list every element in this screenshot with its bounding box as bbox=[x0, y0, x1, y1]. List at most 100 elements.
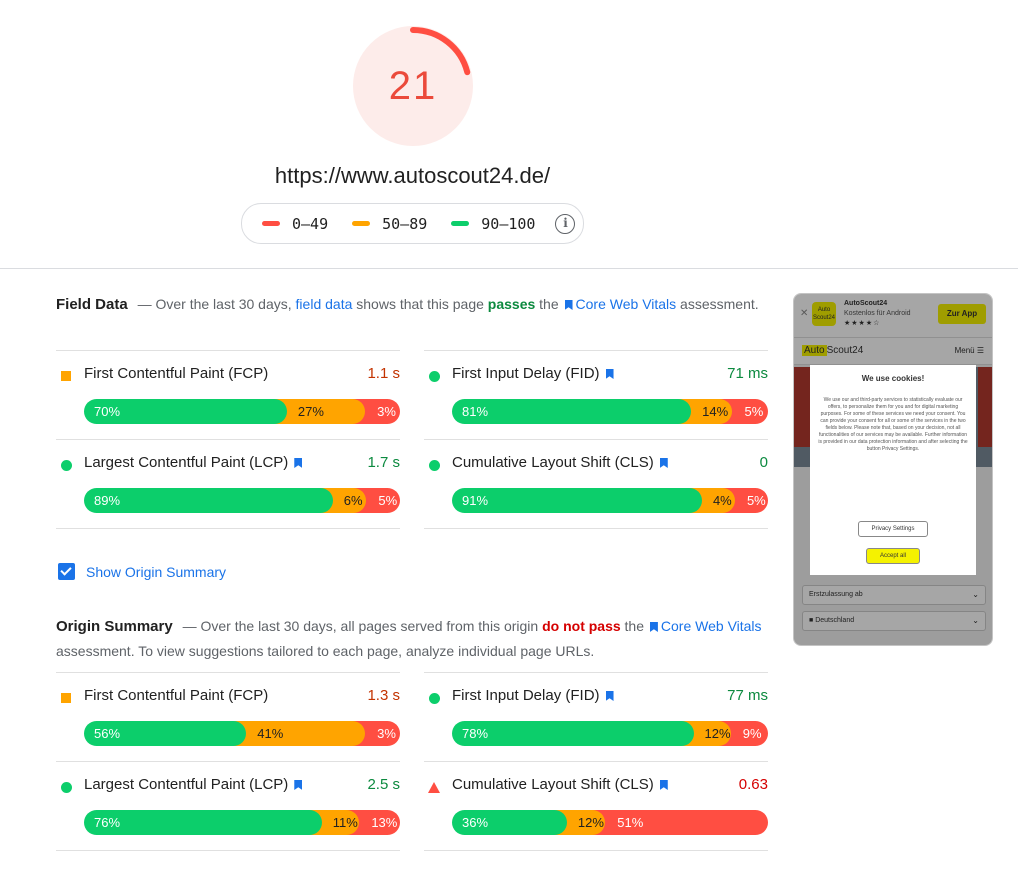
field-data-dash: — bbox=[137, 296, 152, 312]
metric-card[interactable]: First Contentful Paint (FCP) 1.3 s 56% 41% 3… bbox=[56, 672, 400, 762]
metric-card[interactable]: First Contentful Paint (FCP) 1.1 s 70% 27% 3… bbox=[56, 350, 400, 440]
performance-score: 21 bbox=[388, 64, 438, 108]
metric-value: 71 ms bbox=[727, 365, 768, 382]
metric-value: 1.3 s bbox=[367, 687, 400, 704]
site-logo-rest: Scout24 bbox=[826, 345, 864, 356]
metric-name-label: Cumulative Layout Shift (CLS) bbox=[452, 776, 654, 793]
site-form-field-label: Erstzulassung ab bbox=[809, 591, 863, 598]
privacy-settings-button: Privacy Settings bbox=[858, 521, 928, 537]
core-web-vital-bookmark-icon bbox=[659, 458, 668, 468]
field-data-desc-post: assessment. bbox=[676, 296, 759, 312]
metric-value: 0 bbox=[759, 454, 768, 471]
metric-name-label: Largest Contentful Paint (LCP) bbox=[84, 454, 289, 471]
field-data-desc-the: the bbox=[535, 296, 563, 312]
bookmark-icon bbox=[564, 300, 573, 310]
bookmark-icon bbox=[649, 622, 658, 632]
distribution-good-segment: 56% bbox=[84, 721, 247, 746]
core-web-vitals-link[interactable]: Core Web Vitals bbox=[563, 296, 677, 312]
origin-summary-toggle-label[interactable]: Show Origin Summary bbox=[86, 564, 226, 580]
core-web-vital-bookmark-icon bbox=[605, 691, 614, 701]
accept-all-button: Accept all bbox=[866, 548, 920, 564]
metric-name: First Input Delay (FID) bbox=[452, 687, 617, 704]
legend-item-good: 90–100 bbox=[451, 215, 535, 233]
distribution-bar: 78% 12% 9% bbox=[452, 721, 768, 746]
metric-name: First Input Delay (FID) bbox=[452, 365, 617, 382]
rating-circle-icon bbox=[429, 693, 440, 704]
site-logo: Auto Scout24 bbox=[802, 345, 863, 356]
origin-summary-header: Origin Summary — Over the last 30 days, … bbox=[56, 614, 768, 664]
metric-value: 0.63 bbox=[738, 776, 768, 793]
show-origin-summary-toggle[interactable]: Show Origin Summary bbox=[58, 563, 226, 580]
distribution-bar: 81% 14% 5% bbox=[452, 399, 768, 424]
legend-item-poor: 0–49 bbox=[262, 215, 328, 233]
site-menu: Menü ☰ bbox=[954, 346, 984, 355]
metric-name: Cumulative Layout Shift (CLS) bbox=[452, 454, 671, 471]
metric-card[interactable]: Cumulative Layout Shift (CLS) 0 91% 4% 5% bbox=[424, 439, 768, 529]
metric-value: 77 ms bbox=[727, 687, 768, 704]
chevron-down-icon: ⌄ bbox=[972, 616, 979, 625]
distribution-good-segment: 81% bbox=[452, 399, 692, 424]
distribution-good-segment: 89% bbox=[84, 488, 333, 513]
cookie-dialog-text: We use our and third-party services to s… bbox=[818, 397, 968, 452]
distribution-good-segment: 76% bbox=[84, 810, 322, 835]
metric-value: 1.7 s bbox=[367, 454, 400, 471]
analyzed-url: https://www.autoscout24.de/ bbox=[274, 163, 551, 188]
app-subtitle: Kostenlos für Android bbox=[844, 310, 911, 317]
info-icon[interactable]: i bbox=[555, 213, 576, 234]
metric-name-label: First Contentful Paint (FCP) bbox=[84, 687, 269, 704]
origin-summary-dash: — bbox=[182, 618, 197, 634]
legend-poor-label: 0–49 bbox=[292, 214, 329, 233]
metric-name-label: First Input Delay (FID) bbox=[452, 687, 600, 704]
performance-score-gauge: 21 bbox=[352, 25, 474, 147]
metric-name: First Contentful Paint (FCP) bbox=[84, 365, 268, 382]
distribution-bar: 56% 41% 3% bbox=[84, 721, 400, 746]
core-web-vitals-link[interactable]: Core Web Vitals bbox=[648, 618, 762, 634]
field-data-desc-mid: shows that this page bbox=[352, 296, 488, 312]
distribution-good-segment: 70% bbox=[84, 399, 287, 424]
origin-summary-desc-post: assessment. To view suggestions tailored… bbox=[56, 643, 595, 659]
distribution-good-segment: 36% bbox=[452, 810, 567, 835]
rating-circle-icon bbox=[429, 460, 440, 471]
rating-circle-icon bbox=[429, 371, 440, 382]
metric-card[interactable]: Largest Contentful Paint (LCP) 2.5 s 76% 11… bbox=[56, 761, 400, 851]
app-install-button: Zur App bbox=[938, 304, 986, 324]
site-logo-highlight: Auto bbox=[802, 345, 827, 356]
core-web-vital-bookmark-icon bbox=[605, 369, 614, 379]
metric-value: 1.1 s bbox=[367, 365, 400, 382]
rating-square-icon bbox=[61, 693, 71, 703]
legend-average-label: 50–89 bbox=[382, 214, 428, 233]
rating-circle-icon bbox=[61, 782, 72, 793]
metric-name: Largest Contentful Paint (LCP) bbox=[84, 454, 305, 471]
field-data-desc-pre: Over the last 30 days, bbox=[151, 296, 296, 312]
metric-name-label: First Contentful Paint (FCP) bbox=[84, 365, 269, 382]
core-web-vital-bookmark-icon bbox=[659, 780, 668, 790]
field-data-link[interactable]: field data bbox=[296, 296, 353, 312]
origin-summary-desc-pre: Over the last 30 days, all pages served … bbox=[196, 618, 543, 634]
distribution-bar: 89% 6% 5% bbox=[84, 488, 400, 513]
origin-summary-title: Origin Summary bbox=[56, 618, 173, 635]
app-name: AutoScout24 bbox=[844, 300, 888, 307]
score-legend: 0–49 50–89 90–100 i bbox=[241, 203, 584, 244]
metric-name-label: Largest Contentful Paint (LCP) bbox=[84, 776, 289, 793]
rating-triangle-icon bbox=[428, 782, 440, 793]
metric-name-label: Cumulative Layout Shift (CLS) bbox=[452, 454, 654, 471]
legend-good-label: 90–100 bbox=[481, 214, 536, 233]
distribution-good-segment: 91% bbox=[452, 488, 702, 513]
metric-name: Largest Contentful Paint (LCP) bbox=[84, 776, 305, 793]
core-web-vital-bookmark-icon bbox=[294, 458, 303, 468]
metric-card[interactable]: First Input Delay (FID) 71 ms 81% 14% 5% bbox=[424, 350, 768, 440]
core-web-vitals-label: Core Web Vitals bbox=[575, 296, 677, 312]
legend-item-average: 50–89 bbox=[352, 215, 427, 233]
metric-card[interactable]: Largest Contentful Paint (LCP) 1.7 s 89% 6%… bbox=[56, 439, 400, 529]
page-screenshot-thumbnail: ✕ Auto Scout24 AutoScout24 Kostenlos für… bbox=[793, 293, 993, 646]
distribution-bar: 70% 27% 3% bbox=[84, 399, 400, 424]
rating-square-icon bbox=[61, 371, 71, 381]
app-rating-stars: ★★★★☆ bbox=[844, 320, 881, 327]
field-data-status: passes bbox=[487, 296, 536, 312]
metric-name: Cumulative Layout Shift (CLS) bbox=[452, 776, 671, 793]
metric-card[interactable]: Cumulative Layout Shift (CLS) 0.63 36% 12% 5… bbox=[424, 761, 768, 851]
origin-summary-checkbox[interactable] bbox=[58, 563, 75, 580]
app-icon: Auto Scout24 bbox=[812, 302, 836, 326]
rating-circle-icon bbox=[61, 460, 72, 471]
metric-card[interactable]: First Input Delay (FID) 77 ms 78% 12% 9% bbox=[424, 672, 768, 762]
